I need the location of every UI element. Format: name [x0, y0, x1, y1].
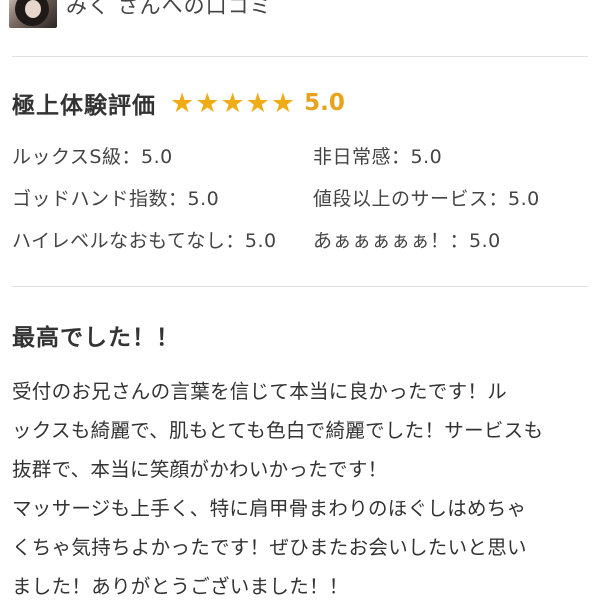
review-text-line: 受付のお兄さんの言葉を信じて本当に良かったです！ル [12, 380, 508, 403]
sub-rating: ハイレベルなおもてなし：5.0 [12, 226, 277, 253]
sub-rating-separator: ： [488, 188, 509, 210]
sub-rating-separator: ： [121, 146, 142, 168]
review-header: みく さんへの口コミ [0, 0, 600, 32]
avatar-face [25, 0, 41, 18]
sub-rating-value: 5.0 [508, 188, 540, 210]
star-icon: ★ [195, 87, 220, 119]
sub-rating-label: あぁぁぁぁぁ！ [313, 230, 450, 252]
sub-rating-value: 5.0 [244, 230, 277, 252]
sub-rating-value: 5.0 [187, 188, 220, 210]
divider [12, 56, 588, 57]
sub-rating-separator: ： [449, 230, 470, 252]
page-title: みく さんへの口コミ [66, 0, 272, 18]
review-text-line: ました！ありがとうございました！！ [12, 575, 349, 598]
star-icon: ★ [270, 87, 296, 119]
star-icon: ★ [245, 87, 270, 119]
rating-title: 極上体験評価 [12, 93, 156, 119]
sub-rating-value: 5.0 [469, 230, 501, 252]
divider [12, 286, 588, 287]
star-icon: ★ [220, 87, 245, 119]
avatar[interactable] [9, 0, 57, 28]
review-body: 受付のお兄さんの言葉を信じて本当に良かったです！ル ックスも綺麗で、肌もとても色… [12, 372, 588, 606]
overall-score: 5.0 [304, 90, 345, 116]
sub-rating-label: ルックスS級 [12, 146, 122, 168]
sub-rating: ルックスS級：5.0 [12, 142, 173, 169]
sub-rating-separator: ： [225, 230, 245, 252]
sub-rating: 非日常感：5.0 [313, 142, 442, 169]
star-icon: ★ [170, 87, 195, 119]
sub-rating-label: ハイレベルなおもてなし [12, 230, 226, 252]
sub-rating: あぁぁぁぁぁ！：5.0 [313, 226, 501, 253]
review-text-line: マッサージも上手く、特に肩甲骨まわりのほぐしはめちゃ [12, 497, 527, 520]
sub-rating-label: 値段以上のサービス [313, 188, 489, 210]
sub-rating-value: 5.0 [410, 146, 443, 168]
sub-rating-separator: ： [391, 146, 411, 168]
review-title: 最高でした！！ [12, 325, 180, 351]
sub-rating-separator: ： [168, 188, 188, 210]
sub-rating-value: 5.0 [141, 146, 173, 168]
sub-rating: 値段以上のサービス：5.0 [313, 184, 540, 211]
review-text-line: くちゃ気持ちよかったです！ぜひまたお会いしたいと思い [12, 536, 527, 559]
sub-rating-label: ゴッドハンド指数 [12, 188, 169, 210]
rating-summary: 極上体験評価 ★ ★ ★ ★ ★ 5.0 [12, 84, 345, 122]
sub-rating: ゴッドハンド指数：5.0 [12, 184, 219, 211]
star-rating: ★ ★ ★ ★ ★ [170, 90, 296, 117]
review-text-line: 抜群で、本当に笑顔がかわいかったです！ [12, 458, 388, 481]
review-text-line: ックスも綺麗で、肌もとても色白で綺麗でした！サービスも [12, 419, 544, 442]
sub-rating-label: 非日常感 [313, 146, 392, 168]
